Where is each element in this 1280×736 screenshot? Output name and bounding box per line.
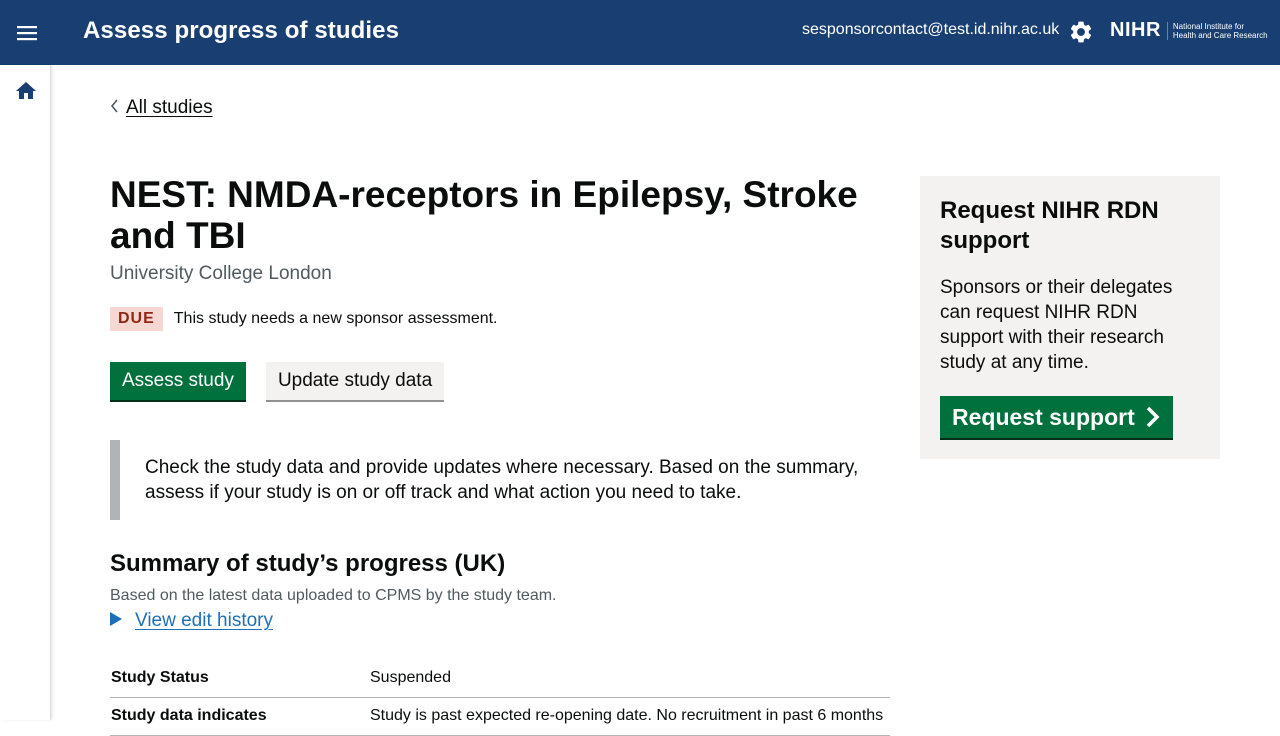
- home-icon[interactable]: [14, 79, 38, 103]
- hamburger-icon[interactable]: [12, 18, 42, 48]
- logo-full-name: National Institute for Health and Care R…: [1172, 21, 1268, 40]
- row-value: Study is past expected re-opening date. …: [370, 697, 890, 736]
- action-buttons: Assess study Update study data: [110, 362, 445, 400]
- back-link[interactable]: All studies: [126, 97, 213, 119]
- row-value: Suspended: [370, 660, 890, 698]
- status-row: DUE This study needs a new sponsor asses…: [110, 307, 498, 331]
- page-title: NEST: NMDA-receptors in Epilepsy, Stroke…: [110, 174, 858, 256]
- summary-caption: Based on the latest data uploaded to CPM…: [110, 587, 557, 604]
- app-header: Assess progress of studies sesponsorcont…: [0, 0, 1280, 65]
- logo-divider: [1166, 21, 1168, 40]
- inset-text: Check the study data and provide updates…: [110, 440, 880, 520]
- chevron-right-icon: [1146, 406, 1160, 428]
- row-label: Study data indicates: [110, 697, 370, 736]
- user-email: sesponsorcontact@test.id.nihr.ac.uk: [802, 21, 1060, 38]
- update-study-data-button[interactable]: Update study data: [265, 362, 445, 400]
- gear-icon[interactable]: [1068, 19, 1094, 45]
- request-support-panel: Request NIHR RDN support Sponsors or the…: [920, 176, 1220, 459]
- status-badge: DUE: [110, 307, 163, 331]
- assess-study-button[interactable]: Assess study: [110, 362, 246, 400]
- view-edit-history-link[interactable]: View edit history: [135, 610, 273, 632]
- summary-table: Study Status Suspended Study data indica…: [110, 660, 890, 736]
- panel-title: Request NIHR RDN support: [940, 197, 1159, 254]
- side-nav: [0, 65, 51, 720]
- app-title[interactable]: Assess progress of studies: [83, 17, 399, 45]
- status-message: This study needs a new sponsor assessmen…: [173, 310, 498, 327]
- organisation-name: University College London: [110, 263, 332, 284]
- summary-heading: Summary of study’s progress (UK): [110, 550, 506, 577]
- table-row: Study Status Suspended: [110, 660, 890, 698]
- table-row: Study data indicates Study is past expec…: [110, 697, 890, 736]
- view-edit-history-toggle[interactable]: View edit history: [110, 610, 273, 632]
- panel-body: Sponsors or their delegates can request …: [940, 277, 1173, 373]
- request-support-button[interactable]: Request support: [940, 396, 1173, 438]
- nihr-logo[interactable]: NIHR National Institute for Health and C…: [1110, 19, 1268, 42]
- breadcrumb: All studies: [110, 97, 213, 119]
- chevron-left-icon: [110, 97, 119, 119]
- request-support-label: Request support: [952, 403, 1135, 430]
- triangle-right-icon: [110, 610, 122, 632]
- logo-text: NIHR: [1110, 19, 1161, 41]
- row-label: Study Status: [110, 660, 370, 698]
